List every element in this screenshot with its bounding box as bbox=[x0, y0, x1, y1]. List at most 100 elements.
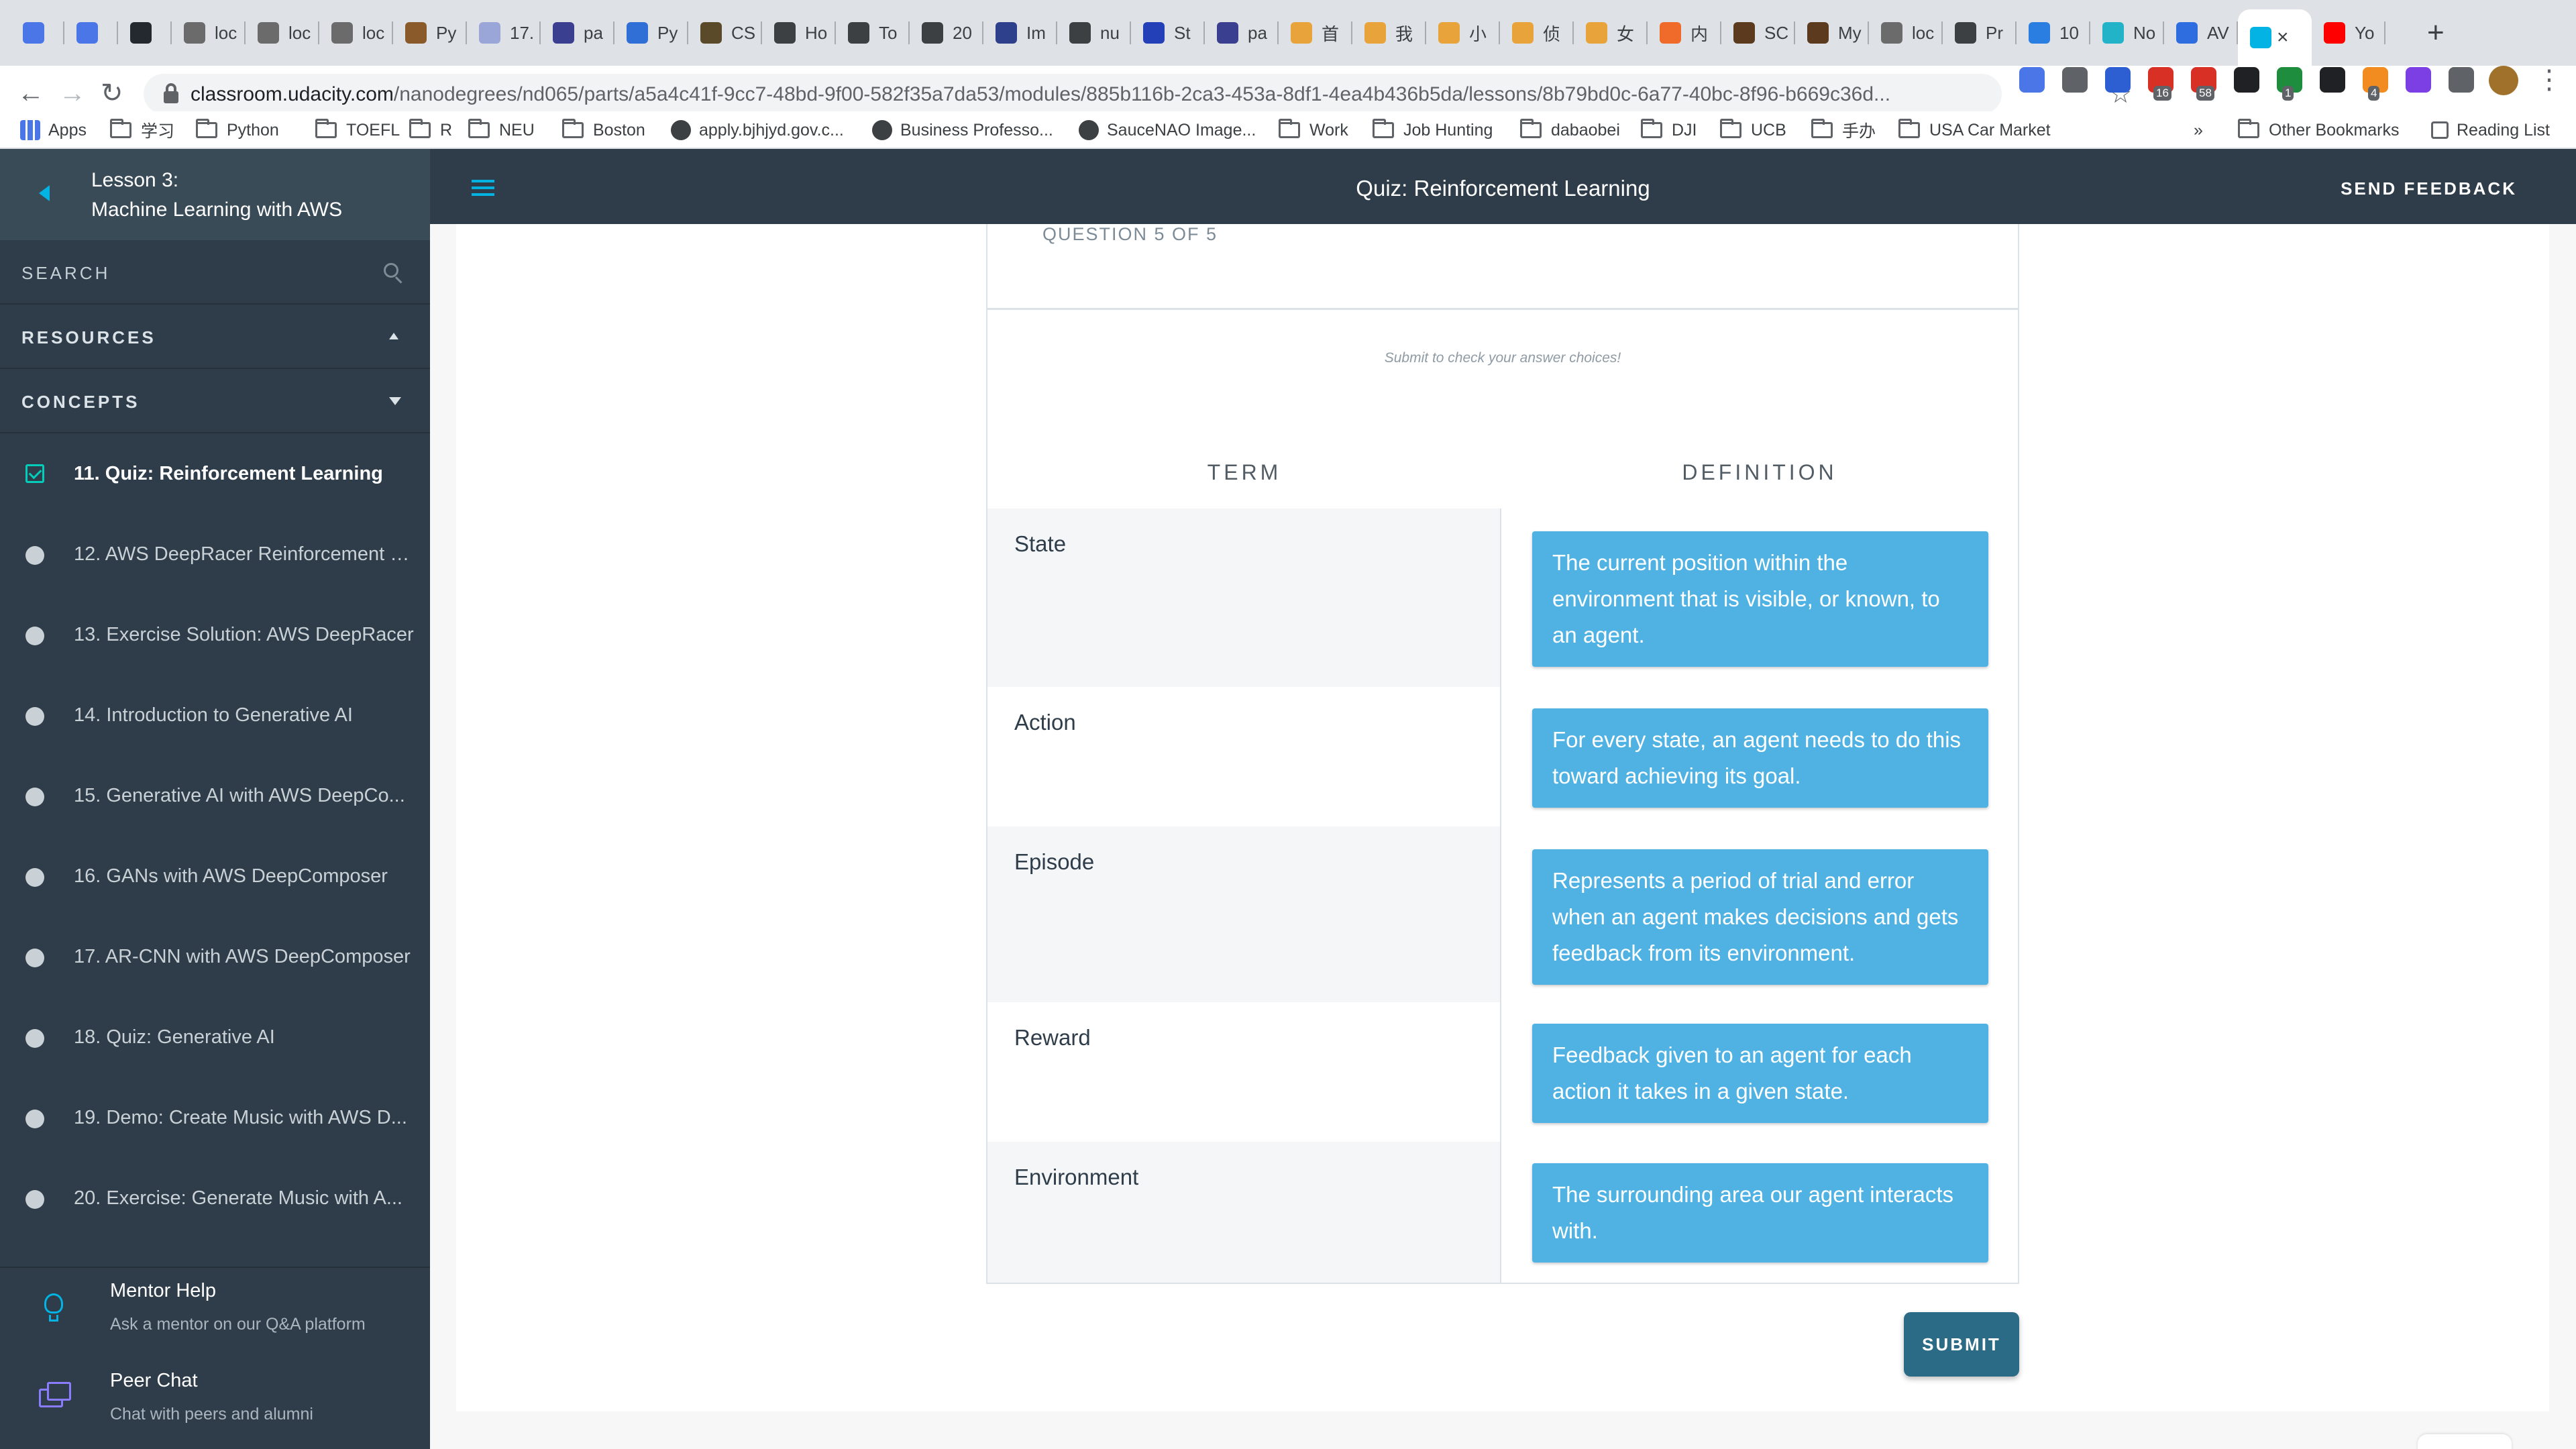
browser-tab[interactable]: loc bbox=[246, 9, 319, 56]
bookmark-item[interactable]: SauceNAO Image... bbox=[1079, 115, 1256, 145]
profile-avatar[interactable] bbox=[2489, 66, 2518, 95]
peer-chat[interactable]: Peer Chat Chat with peers and alumni bbox=[0, 1358, 430, 1445]
corner-widget[interactable] bbox=[2418, 1434, 2512, 1449]
browser-tab[interactable]: AV bbox=[2164, 9, 2238, 56]
send-feedback-button[interactable]: SEND FEEDBACK bbox=[2341, 178, 2517, 199]
folder-icon bbox=[1520, 119, 1542, 138]
concept-item[interactable]: 15. Generative AI with AWS DeepCo... bbox=[0, 755, 430, 836]
browser-tab[interactable]: Py bbox=[614, 9, 688, 56]
browser-tab[interactable]: loc bbox=[319, 9, 393, 56]
bookmark-item[interactable]: Work bbox=[1279, 115, 1348, 145]
extension-x-icon[interactable] bbox=[2234, 67, 2259, 93]
calendar-icon[interactable] bbox=[2105, 67, 2131, 93]
browser-tab[interactable]: loc bbox=[172, 9, 246, 56]
bookmark-item[interactable]: DJI bbox=[1641, 115, 1697, 145]
bookmark-item[interactable]: apply.bjhjyd.gov.c... bbox=[671, 115, 844, 145]
browser-tab[interactable]: loc bbox=[1869, 9, 1943, 56]
bookmark-item[interactable]: TOEFL bbox=[315, 115, 400, 145]
back-arrow-icon[interactable] bbox=[39, 185, 50, 201]
browser-tab[interactable]: pa bbox=[1205, 9, 1279, 56]
bookmark-item[interactable]: 学习 bbox=[110, 115, 174, 145]
browser-tab[interactable] bbox=[11, 9, 64, 56]
translate-icon[interactable] bbox=[2019, 67, 2045, 93]
concept-item[interactable]: 18. Quiz: Generative AI bbox=[0, 997, 430, 1077]
browser-tab[interactable]: CS bbox=[688, 9, 762, 56]
browser-tab[interactable]: × bbox=[2238, 9, 2312, 66]
concept-item[interactable]: 17. AR-CNN with AWS DeepComposer bbox=[0, 916, 430, 997]
definition-card[interactable]: Feedback given to an agent for each acti… bbox=[1532, 1024, 1988, 1123]
browser-tab[interactable]: 20 bbox=[910, 9, 983, 56]
definition-card[interactable]: The surrounding area our agent interacts… bbox=[1532, 1163, 1988, 1263]
browser-tab[interactable]: To bbox=[836, 9, 910, 56]
bookmark-item[interactable]: UCB bbox=[1720, 115, 1786, 145]
browser-tab[interactable]: pa bbox=[541, 9, 614, 56]
browser-tab[interactable]: 侦 bbox=[1500, 9, 1574, 56]
forward-icon[interactable]: → bbox=[59, 76, 86, 110]
definition-card[interactable]: Represents a period of trial and error w… bbox=[1532, 849, 1988, 985]
concept-item[interactable]: 20. Exercise: Generate Music with A... bbox=[0, 1158, 430, 1238]
concept-item[interactable]: 14. Introduction to Generative AI bbox=[0, 675, 430, 755]
reload-icon[interactable]: ↻ bbox=[101, 76, 123, 110]
concept-item[interactable]: 16. GANs with AWS DeepComposer bbox=[0, 836, 430, 916]
bookmark-item[interactable]: USA Car Market bbox=[1898, 115, 2051, 145]
address-bar[interactable]: classroom.udacity.com/nanodegrees/nd065/… bbox=[144, 74, 2132, 114]
bookmark-item[interactable]: Job Hunting bbox=[1373, 115, 1493, 145]
bookmark-item[interactable]: Apps bbox=[20, 115, 87, 145]
bookmark-item[interactable]: dabaobei bbox=[1520, 115, 1620, 145]
url-text[interactable]: classroom.udacity.com/nanodegrees/nd065/… bbox=[191, 83, 1890, 106]
definition-card[interactable]: For every state, an agent needs to do th… bbox=[1532, 708, 1988, 808]
resources-label: RESOURCES bbox=[21, 327, 156, 347]
bookmark-label: dabaobei bbox=[1551, 120, 1620, 140]
browser-tab[interactable]: 首 bbox=[1279, 9, 1352, 56]
submit-button[interactable]: SUBMIT bbox=[1904, 1312, 2019, 1377]
browser-tab[interactable]: No bbox=[2090, 9, 2164, 56]
sidebar-resources[interactable]: RESOURCES bbox=[0, 305, 430, 369]
browser-tab[interactable]: nu bbox=[1057, 9, 1131, 56]
browser-tab[interactable]: My bbox=[1795, 9, 1869, 56]
sidebar-search[interactable]: SEARCH bbox=[0, 240, 430, 305]
browser-tab[interactable]: Py bbox=[393, 9, 467, 56]
browser-tab[interactable]: 女 bbox=[1574, 9, 1648, 56]
browser-tab[interactable] bbox=[64, 9, 118, 56]
new-tab-button[interactable]: + bbox=[2427, 16, 2445, 50]
other-bookmarks[interactable]: Other Bookmarks bbox=[2238, 115, 2400, 145]
puzzle-icon[interactable] bbox=[2449, 67, 2474, 93]
lock-icon[interactable] bbox=[164, 83, 178, 103]
concept-item[interactable]: 11. Quiz: Reinforcement Learning bbox=[0, 433, 430, 514]
reading-list[interactable]: Reading List bbox=[2431, 115, 2550, 145]
definition-card[interactable]: The current position within the environm… bbox=[1532, 531, 1988, 667]
browser-tab[interactable]: Pr bbox=[1943, 9, 2017, 56]
extension-r-icon[interactable] bbox=[2406, 67, 2431, 93]
browser-tab[interactable]: 小 bbox=[1426, 9, 1500, 56]
concept-item[interactable]: 12. AWS DeepRacer Reinforcement L... bbox=[0, 514, 430, 594]
screenshot-icon[interactable] bbox=[2062, 67, 2088, 93]
bookmark-item[interactable]: Python bbox=[196, 115, 279, 145]
browser-tab[interactable]: Ho bbox=[762, 9, 836, 56]
bookmark-item[interactable]: NEU bbox=[468, 115, 535, 145]
browser-tab[interactable]: Yo bbox=[2312, 9, 2385, 56]
browser-tab[interactable]: 17. bbox=[467, 9, 541, 56]
tab-close-icon[interactable]: × bbox=[2277, 26, 2289, 49]
sidebar-concepts[interactable]: CONCEPTS bbox=[0, 369, 430, 433]
bookmark-item[interactable]: Business Professo... bbox=[872, 115, 1053, 145]
browser-tab[interactable]: St bbox=[1131, 9, 1205, 56]
extension-sb-icon[interactable] bbox=[2320, 67, 2345, 93]
concept-item[interactable]: 19. Demo: Create Music with AWS D... bbox=[0, 1077, 430, 1158]
lesson-header[interactable]: Lesson 3: Machine Learning with AWS bbox=[0, 149, 430, 240]
browser-tab[interactable]: 10 bbox=[2017, 9, 2090, 56]
bookmarks-overflow-button[interactable]: » bbox=[2194, 115, 2203, 145]
search-icon[interactable] bbox=[384, 263, 402, 284]
concept-item[interactable]: 13. Exercise Solution: AWS DeepRacer bbox=[0, 594, 430, 675]
mentor-help[interactable]: Mentor Help Ask a mentor on our Q&A plat… bbox=[0, 1268, 430, 1355]
tab-favicon-icon bbox=[922, 22, 943, 44]
bookmark-item[interactable]: 手办 bbox=[1811, 115, 1876, 145]
browser-menu-icon[interactable]: ⋮ bbox=[2536, 64, 2563, 95]
browser-tab[interactable]: Im bbox=[983, 9, 1057, 56]
bookmark-item[interactable]: R bbox=[409, 115, 452, 145]
bookmark-item[interactable]: Boston bbox=[562, 115, 645, 145]
browser-tab[interactable]: 我 bbox=[1352, 9, 1426, 56]
browser-tab[interactable] bbox=[118, 9, 172, 56]
back-icon[interactable]: ← bbox=[17, 76, 44, 110]
browser-tab[interactable]: 内 bbox=[1648, 9, 1721, 56]
browser-tab[interactable]: SC bbox=[1721, 9, 1795, 56]
